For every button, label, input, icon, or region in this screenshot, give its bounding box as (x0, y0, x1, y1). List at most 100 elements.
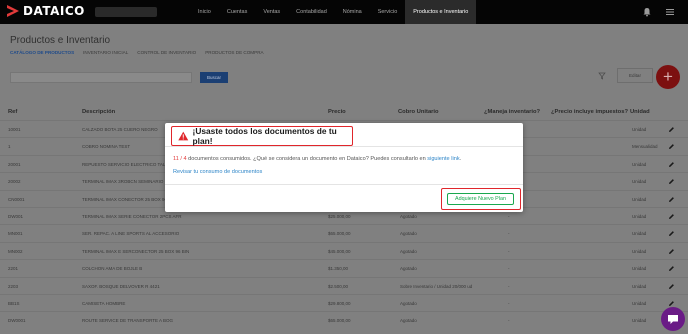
cell-status: - (508, 283, 510, 289)
page-title: Productos e Inventario (10, 35, 111, 46)
cell-desc: TERMINAL IMAX CONECTOR 25 BOX 96 (82, 196, 168, 202)
usage-link[interactable]: Revisar tu consumo de documentos (173, 169, 513, 175)
column-header[interactable]: ¿Precio incluye impuestos? (551, 109, 628, 115)
subtab[interactable]: CONTROL DE INVENTARIO (137, 50, 196, 55)
cell-desc: ROUTE SERVICE DE TRANSPORTE A BOG (82, 318, 174, 324)
cell-price: $25.000,00 (328, 213, 351, 219)
search-input[interactable] (10, 72, 192, 83)
cell-unidad: Mensualidad (632, 144, 658, 150)
edit-icon[interactable] (668, 300, 675, 307)
cell-ref: 20002 (8, 179, 21, 185)
cell-status: - (508, 266, 510, 272)
cell-unit: Agotado (400, 266, 417, 272)
dataico-logo[interactable]: DATAICO (6, 4, 85, 18)
cell-unidad: Unidad (632, 213, 647, 219)
nav-item[interactable]: Contabilidad (288, 0, 335, 24)
subtab[interactable]: PRODUCTOS DE COMPRA (205, 50, 263, 55)
edit-icon[interactable] (668, 213, 675, 220)
menu-icon[interactable] (666, 8, 674, 16)
cell-ref: MN002 (8, 248, 23, 254)
cell-desc: COBRO NOMINA TEST (82, 144, 131, 150)
modal-body: 11 / 4 documentos consumidos. ¿Qué se co… (173, 156, 513, 175)
cell-ref: 20001 (8, 161, 21, 167)
add-product-button[interactable]: + (656, 65, 680, 89)
column-header[interactable]: ¿Maneja inventario? (484, 109, 540, 115)
edit-icon[interactable] (668, 265, 675, 272)
chat-icon (668, 315, 678, 324)
edit-icon[interactable] (668, 230, 675, 237)
cell-ref: DW001 (8, 213, 24, 219)
cell-unidad: Unidad (632, 266, 647, 272)
cell-ref: 1 (8, 144, 11, 150)
cell-status: - (508, 231, 510, 237)
subtab[interactable]: INVENTARIO INICIAL (83, 50, 128, 55)
subtab[interactable]: CATÁLOGO DE PRODUCTOS (10, 50, 74, 55)
edit-icon[interactable] (668, 283, 675, 290)
column-header[interactable]: Unidad (630, 109, 650, 115)
edit-icon[interactable] (668, 196, 675, 203)
nav-item[interactable]: Servicio (370, 0, 406, 24)
cell-desc: SAXOF. BOSQUE DELVOVER R 4421 (82, 283, 160, 289)
nav-item[interactable]: Productos e Inventario (405, 0, 477, 24)
edit-icon[interactable] (668, 178, 675, 185)
cell-unidad: Unidad (632, 231, 647, 237)
cell-desc: SER. REPAC. A LINE SPORTS AL ACCESORIO (82, 231, 180, 237)
message-text: documentos consumidos. ¿Qué se considera… (186, 156, 428, 162)
cell-ref: DW0001 (8, 318, 26, 324)
cell-ref: 2201 (8, 266, 19, 272)
table-row[interactable]: MN002 TERMINAL IMAX E SERCONECTOR 25 BOX … (0, 241, 688, 259)
column-header[interactable]: Precio (328, 109, 346, 115)
cell-desc: REPUESTO SERVICIO ELECTRICO TALLER (82, 161, 175, 167)
table-header: Ref Descripción Precio Cobro Unitario ¿Manej… (0, 106, 688, 120)
filter-icon[interactable] (598, 72, 606, 80)
edit-icon[interactable] (668, 248, 675, 255)
warning-icon (178, 131, 189, 141)
cell-price: $29.800,00 (328, 300, 351, 306)
cta-highlight: Adquiere Nuevo Plan (441, 188, 521, 210)
modal-footer: Adquiere Nuevo Plan (165, 184, 523, 212)
message-end: . (459, 156, 462, 162)
search-button[interactable]: Buscar (200, 72, 228, 83)
cell-unit: Agotado (400, 248, 417, 254)
cell-ref: CN0001 (8, 196, 25, 202)
edit-icon[interactable] (668, 143, 675, 150)
subtabs: CATÁLOGO DE PRODUCTOS INVENTARIO INICIAL C… (10, 50, 264, 55)
edit-toggle-button[interactable]: Editar (617, 68, 653, 83)
cell-unidad: Unidad (632, 161, 647, 167)
column-header[interactable]: Ref (8, 109, 17, 115)
table-row[interactable]: BB1S CAMISETA HOMBRE $29.800,00 Agotado - Uni… (0, 293, 688, 311)
cell-unidad: Unidad (632, 318, 647, 324)
nav-item[interactable]: Inicio (190, 0, 219, 24)
cell-price: $2.500,00 (328, 283, 349, 289)
cell-status: - (508, 248, 510, 254)
cell-status: - (508, 318, 510, 324)
cell-unidad: Unidad (632, 127, 647, 132)
nav-item[interactable]: Cuentas (219, 0, 256, 24)
edit-icon[interactable] (668, 161, 675, 168)
column-header[interactable]: Cobro Unitario (398, 109, 439, 115)
cell-unidad: Unidad (632, 196, 647, 202)
bell-icon[interactable] (642, 7, 652, 17)
plan-limit-modal: ¡Usaste todos los documentos de tu plan!… (165, 123, 523, 212)
table-row[interactable]: MN001 SER. REPAC. A LINE SPORTS AL ACCESO… (0, 224, 688, 241)
cell-price: $1.350,00 (328, 266, 349, 272)
buy-new-plan-button[interactable]: Adquiere Nuevo Plan (447, 193, 514, 205)
cell-unit: Agotado (400, 318, 417, 324)
company-selector[interactable] (95, 7, 157, 17)
table-row[interactable]: 2201 COLCHON AMA DE BOJLE B $1.350,00 Agota… (0, 259, 688, 276)
nav-item[interactable]: Ventas (255, 0, 288, 24)
cell-ref: BB1S (8, 300, 20, 306)
cell-price: $65.000,00 (328, 231, 351, 237)
cell-price: $45.000,00 (328, 248, 351, 254)
table-row[interactable]: 2203 SAXOF. BOSQUE DELVOVER R 4421 $2.500,… (0, 276, 688, 294)
nav-item[interactable]: Nómina (335, 0, 370, 24)
chat-widget[interactable] (661, 307, 685, 331)
cell-status: - (508, 213, 510, 219)
cell-status: - (508, 300, 510, 306)
table-row[interactable]: DW0001 ROUTE SERVICE DE TRANSPORTE A BOG $… (0, 311, 688, 328)
info-link[interactable]: siguiente link (427, 156, 459, 162)
cell-desc: TERMINAL IMAX 3ROBCN SEMINARIO BIN (82, 179, 173, 185)
column-header[interactable]: Descripción (82, 109, 115, 115)
edit-icon[interactable] (668, 126, 675, 133)
cell-ref: 10001 (8, 127, 21, 132)
